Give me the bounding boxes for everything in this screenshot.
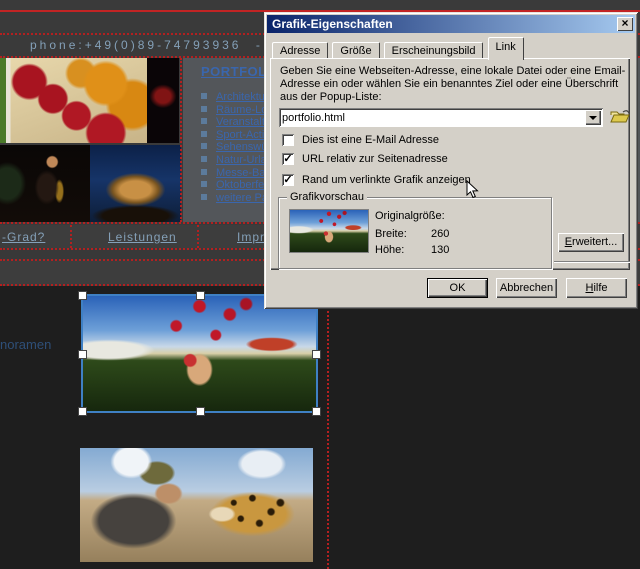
- selection-handle[interactable]: [78, 407, 87, 416]
- juggler-panorama-photo[interactable]: [83, 296, 316, 411]
- bullet-square-icon: [201, 143, 207, 149]
- cocktails-photo[interactable]: [0, 58, 147, 143]
- url-input[interactable]: [282, 111, 578, 124]
- height-label: Höhe:: [375, 244, 404, 256]
- bullet-square-icon: [201, 93, 207, 99]
- selection-handle[interactable]: [196, 291, 205, 300]
- dialog-title: Grafik-Eigenschaften: [272, 17, 393, 31]
- instruction-text: Geben Sie eine Webseiten-Adresse, eine l…: [280, 65, 628, 103]
- bullet-square-icon: [201, 106, 207, 112]
- checkbox-label[interactable]: Dies ist eine E-Mail Adresse: [302, 134, 439, 146]
- editor-canvas: phone:+49(0)89-74793936 - Email... PORTF…: [0, 0, 640, 569]
- url-combobox: [279, 108, 603, 127]
- width-label: Breite:: [375, 228, 407, 240]
- man-with-cheetah-photo[interactable]: [80, 448, 313, 562]
- bullet-square-icon: [201, 156, 207, 162]
- opera-house-photo[interactable]: [90, 145, 181, 222]
- email-address-checkbox[interactable]: [282, 134, 294, 146]
- red-dotted-divider: [197, 225, 199, 248]
- grafikvorschau-groupbox: Grafikvorschau Originalgröße: Breite: 26…: [278, 197, 552, 269]
- footer-link-grad[interactable]: -Grad?: [2, 230, 45, 244]
- etched-separator: [554, 261, 630, 263]
- erweitert-button[interactable]: Erweitert...: [558, 233, 624, 252]
- groupbox-title: Grafikvorschau: [287, 191, 367, 203]
- original-size-label: Originalgröße:: [375, 210, 445, 222]
- browse-folder-button[interactable]: [609, 108, 631, 126]
- selection-handle[interactable]: [312, 407, 321, 416]
- phone-number: phone:+49(0)89-74793936: [30, 38, 241, 52]
- selection-handle[interactable]: [312, 350, 321, 359]
- bullet-square-icon: [201, 118, 207, 124]
- checkbox-label[interactable]: Rand um verlinkte Grafik anzeigen: [302, 174, 471, 186]
- selection-handle[interactable]: [78, 350, 87, 359]
- ok-button[interactable]: OK: [427, 278, 488, 298]
- tab-link[interactable]: Link: [488, 37, 524, 60]
- bullet-square-icon: [201, 181, 207, 187]
- height-value: 130: [431, 244, 449, 256]
- mouse-cursor-icon: [466, 180, 479, 205]
- link-tab-panel: Geben Sie eine Webseiten-Adresse, eine l…: [270, 58, 630, 270]
- selected-panorama-image[interactable]: [81, 294, 318, 413]
- show-border-checkbox[interactable]: ✓: [282, 174, 294, 186]
- preview-thumbnail: [289, 209, 369, 253]
- separator-dash: -: [256, 38, 263, 52]
- hilfe-button[interactable]: Hilfe: [566, 278, 627, 298]
- width-value: 260: [431, 228, 449, 240]
- bullet-square-icon: [201, 131, 207, 137]
- relative-url-checkbox[interactable]: ✓: [282, 153, 294, 165]
- grafik-eigenschaften-dialog: Grafik-Eigenschaften × Adresse Größe Ers…: [264, 12, 638, 309]
- dialog-titlebar[interactable]: Grafik-Eigenschaften: [267, 15, 635, 33]
- open-folder-icon: [609, 108, 631, 126]
- checkbox-label[interactable]: URL relativ zur Seitenadresse: [302, 153, 448, 165]
- panoramen-text-fragment[interactable]: noramen: [0, 337, 51, 352]
- footer-link-leistungen[interactable]: Leistungen: [108, 230, 177, 244]
- night-neon-photo[interactable]: [147, 58, 179, 143]
- chevron-down-icon[interactable]: [585, 110, 601, 125]
- selection-handle[interactable]: [78, 291, 87, 300]
- red-dotted-divider: [70, 225, 72, 248]
- close-icon[interactable]: ×: [617, 17, 633, 31]
- red-dotted-divider: [327, 286, 329, 569]
- bullet-square-icon: [201, 169, 207, 175]
- abbrechen-button[interactable]: Abbrechen: [496, 278, 557, 298]
- saxophone-player-photo[interactable]: [0, 145, 90, 222]
- bullet-square-icon: [201, 194, 207, 200]
- tab-strip: Adresse Größe Erscheinungsbild Link: [272, 37, 525, 58]
- selection-handle[interactable]: [196, 407, 205, 416]
- red-dotted-divider: [180, 58, 182, 222]
